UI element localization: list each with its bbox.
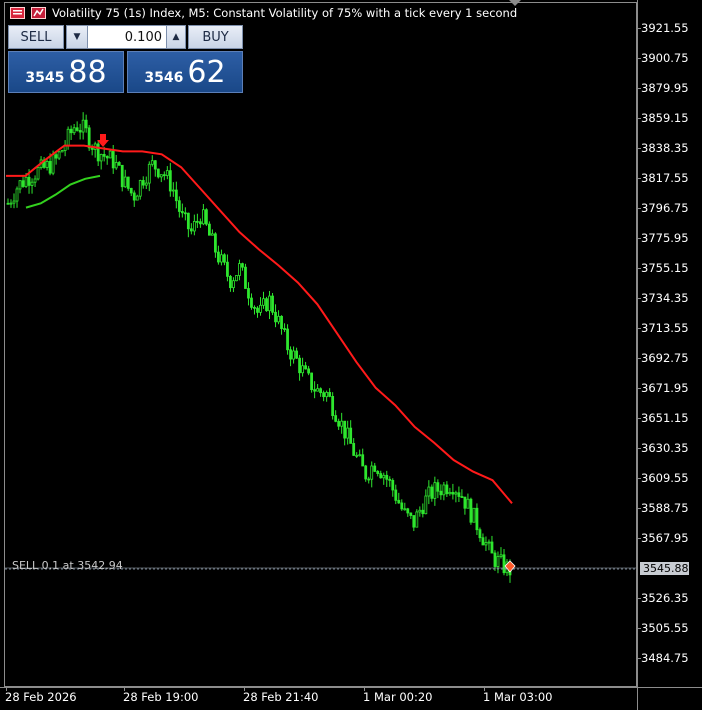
order-line-label[interactable]: SELL 0.1 at 3542.94 — [12, 559, 123, 572]
x-tick-label: 1 Mar 03:00 — [483, 690, 553, 704]
y-tick-label: 3921.55 — [641, 21, 689, 35]
y-tick-label: 3692.75 — [641, 351, 689, 365]
y-tick-label: 3588.75 — [641, 501, 689, 515]
indicator-window-icon[interactable] — [31, 7, 46, 19]
triangle-down-icon: ▼ — [73, 32, 81, 42]
y-tick-label: 3817.55 — [641, 171, 689, 185]
x-tick-label: 28 Feb 2026 — [5, 690, 77, 704]
y-tick-label: 3630.35 — [641, 441, 689, 455]
chart-title: Volatility 75 (1s) Index, M5: Constant V… — [52, 6, 518, 20]
y-tick-label: 3775.95 — [641, 231, 689, 245]
sell-price-button[interactable]: 3545 88 — [8, 51, 124, 93]
y-tick-label: 3755.15 — [641, 261, 689, 275]
y-tick-label: 3671.95 — [641, 381, 689, 395]
price-axis-separator — [637, 0, 638, 710]
buy-price-button[interactable]: 3546 62 — [127, 51, 243, 93]
lot-increase-button[interactable]: ▲ — [166, 25, 186, 49]
x-tick-label: 28 Feb 19:00 — [123, 690, 199, 704]
chart-window-icon[interactable] — [10, 7, 25, 19]
y-tick-label: 3713.55 — [641, 321, 689, 335]
buy-price-minor: 62 — [187, 55, 226, 90]
y-tick-label: 3526.35 — [641, 591, 689, 605]
sell-button[interactable]: SELL — [8, 25, 64, 49]
current-price-tag: 3545.88 — [640, 562, 689, 575]
sell-price-minor: 88 — [68, 55, 107, 90]
triangle-up-icon: ▲ — [172, 32, 180, 42]
y-tick-label: 3567.95 — [641, 531, 689, 545]
one-click-trading-panel: SELL ▼ 0.100 ▲ BUY 3545 88 3546 62 — [8, 25, 243, 93]
buy-price-major: 3546 — [144, 70, 184, 86]
x-tick-label: 1 Mar 00:20 — [363, 690, 433, 704]
chart-title-bar: Volatility 75 (1s) Index, M5: Constant V… — [10, 5, 517, 21]
y-tick-label: 3900.75 — [641, 51, 689, 65]
y-tick-label: 3838.35 — [641, 141, 689, 155]
y-tick-label: 3734.35 — [641, 291, 689, 305]
y-tick-label: 3651.15 — [641, 411, 689, 425]
buy-button[interactable]: BUY — [188, 25, 243, 49]
time-axis-separator — [0, 687, 702, 688]
y-tick-label: 3484.75 — [641, 651, 689, 665]
sell-price-major: 3545 — [25, 70, 65, 86]
y-tick-label: 3879.95 — [641, 81, 689, 95]
y-tick-label: 3505.55 — [641, 621, 689, 635]
y-tick-label: 3796.75 — [641, 201, 689, 215]
lot-decrease-button[interactable]: ▼ — [66, 25, 88, 49]
chart-frame — [4, 2, 637, 687]
lot-size-input[interactable]: 0.100 — [88, 25, 166, 49]
y-tick-label: 3609.55 — [641, 471, 689, 485]
x-tick-label: 28 Feb 21:40 — [243, 690, 319, 704]
y-tick-label: 3859.15 — [641, 111, 689, 125]
